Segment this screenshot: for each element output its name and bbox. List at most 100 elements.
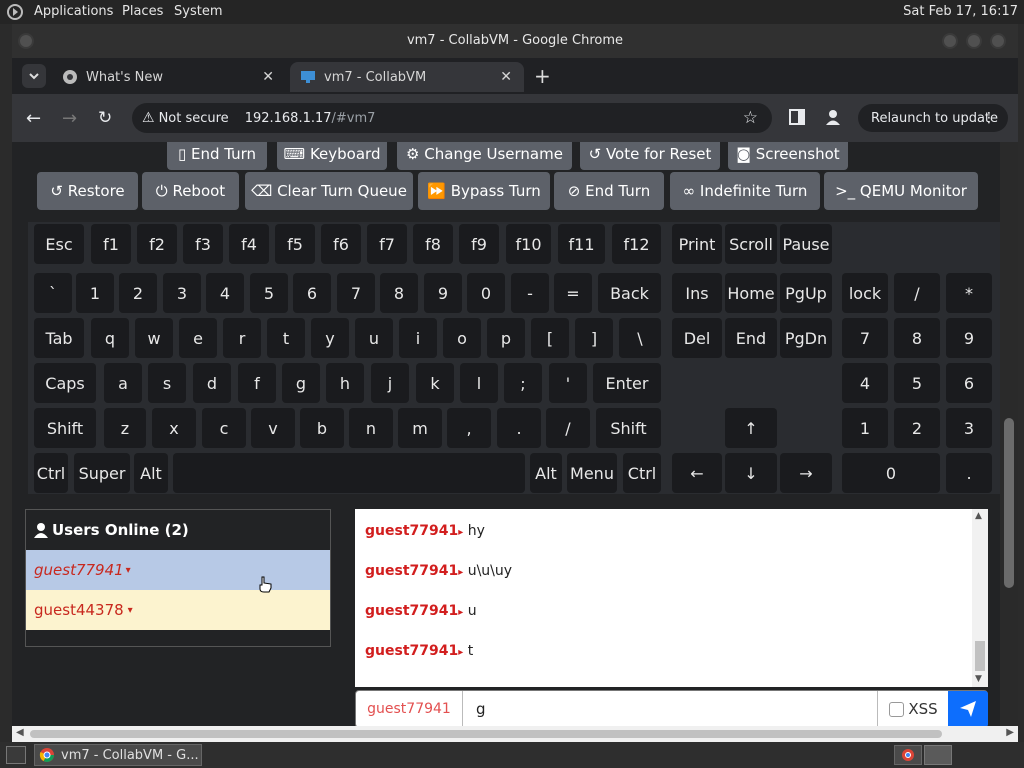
key-del[interactable]: Del [672,318,722,358]
key-numpad-1[interactable]: 1 [842,408,888,448]
key-s[interactable]: s [148,363,186,403]
key-numpad-divide[interactable]: / [894,273,940,313]
key-4[interactable]: 4 [206,273,244,313]
caret-down-icon[interactable]: ▾ [126,565,131,576]
key-f6[interactable]: f6 [321,224,361,264]
xss-toggle[interactable]: XSS [877,691,949,727]
qemu-monitor-button[interactable]: >_ QEMU Monitor [824,172,978,210]
kebab-menu-icon[interactable]: ⋮ [982,110,996,126]
vote-reset-button[interactable]: ↺ Vote for Reset [580,142,720,170]
key-y[interactable]: y [311,318,349,358]
scroll-right-icon[interactable]: ▶ [1006,727,1014,738]
key-f2[interactable]: f2 [137,224,177,264]
key-numpad-2[interactable]: 2 [894,408,940,448]
key-f10[interactable]: f10 [506,224,551,264]
key-ins[interactable]: Ins [672,273,722,313]
key-9[interactable]: 9 [424,273,462,313]
relaunch-button[interactable]: Relaunch to update ⋮ [858,104,1008,132]
show-desktop-button[interactable] [6,746,26,764]
key-print[interactable]: Print [672,224,722,264]
workspace-switcher[interactable] [894,745,922,765]
key-d[interactable]: d [193,363,231,403]
scroll-down-icon[interactable]: ▼ [975,674,982,684]
hscroll-thumb[interactable] [30,730,942,738]
key-t[interactable]: t [267,318,305,358]
key-pause[interactable]: Pause [780,224,832,264]
bypass-turn-button[interactable]: ⏩ Bypass Turn [418,172,550,210]
key-numpad-3[interactable]: 3 [946,408,992,448]
close-window-button[interactable] [990,33,1006,49]
key-1[interactable]: 1 [76,273,114,313]
key-rshift[interactable]: Shift [596,408,661,448]
taskbar-item-chrome[interactable]: vm7 - CollabVM - G... [34,744,202,766]
key-3[interactable]: 3 [163,273,201,313]
send-button[interactable] [948,691,988,727]
key-end[interactable]: End [725,318,777,358]
key-numpad-6[interactable]: 6 [946,363,992,403]
key-tab[interactable]: Tab [34,318,84,358]
key-left[interactable]: ← [672,453,722,493]
key-backslash[interactable]: \ [619,318,661,358]
user-item[interactable]: guest44378 ▾ [26,590,330,630]
key-l[interactable]: l [460,363,498,403]
warning-icon[interactable]: ⚠ [142,110,155,126]
key-pgup[interactable]: PgUp [780,273,832,313]
key-i[interactable]: i [399,318,437,358]
back-arrow-icon[interactable]: ← [26,108,41,129]
security-label[interactable]: Not secure [159,111,229,126]
key-numlock[interactable]: lock [842,273,888,313]
key-2[interactable]: 2 [119,273,157,313]
key-numpad-multiply[interactable]: * [946,273,992,313]
key-ralt[interactable]: Alt [530,453,562,493]
system-logo-icon[interactable] [6,3,24,21]
key-h[interactable]: h [326,363,364,403]
reboot-button[interactable]: ⏻ Reboot [142,172,239,210]
key-f[interactable]: f [238,363,276,403]
key-f11[interactable]: f11 [558,224,605,264]
tab-whats-new[interactable]: What's New ✕ [58,62,282,92]
key-esc[interactable]: Esc [34,224,84,264]
key-numpad-8[interactable]: 8 [894,318,940,358]
key-o[interactable]: o [443,318,481,358]
workspace-2[interactable] [924,745,952,765]
end-turn-button[interactable]: ▯ End Turn [167,142,267,170]
key-period[interactable]: . [497,408,541,448]
key-numpad-decimal[interactable]: . [946,453,992,493]
page-vertical-scrollbar[interactable] [1000,142,1018,742]
key-x[interactable]: x [152,408,196,448]
key-f8[interactable]: f8 [413,224,453,264]
key-super[interactable]: Super [74,453,130,493]
key-k[interactable]: k [416,363,454,403]
key-q[interactable]: q [91,318,129,358]
chat-nick[interactable]: guest77941 [365,563,458,579]
indefinite-turn-button[interactable]: ∞ Indefinite Turn [670,172,820,210]
key-m[interactable]: m [398,408,442,448]
key-lalt[interactable]: Alt [134,453,168,493]
key-z[interactable]: z [104,408,146,448]
key-v[interactable]: v [251,408,295,448]
key-a[interactable]: a [104,363,142,403]
key-rbracket[interactable]: ] [575,318,613,358]
key-equals[interactable]: = [554,273,592,313]
key-f7[interactable]: f7 [367,224,407,264]
key-6[interactable]: 6 [293,273,331,313]
window-title-bar[interactable]: vm7 - CollabVM - Google Chrome [12,24,1018,58]
clear-turn-queue-button[interactable]: ⌫ Clear Turn Queue [245,172,413,210]
system-menu[interactable]: System [174,4,222,19]
key-scroll[interactable]: Scroll [725,224,777,264]
clock[interactable]: Sat Feb 17, 16:17 [903,4,1018,19]
key-right[interactable]: → [780,453,832,493]
reload-icon[interactable]: ↻ [98,108,112,128]
key-rctrl[interactable]: Ctrl [623,453,661,493]
key-f9[interactable]: f9 [459,224,499,264]
restore-button[interactable]: ↺ Restore [37,172,138,210]
key-numpad-5[interactable]: 5 [894,363,940,403]
key-lbracket[interactable]: [ [531,318,569,358]
key-w[interactable]: w [135,318,173,358]
chat-scrollbar[interactable]: ▲ ▼ [972,509,988,687]
key-c[interactable]: c [202,408,246,448]
chat-nick[interactable]: guest77941 [365,523,458,539]
key-up[interactable]: ↑ [725,408,777,448]
new-tab-icon[interactable]: + [534,64,551,88]
key-g[interactable]: g [282,363,320,403]
